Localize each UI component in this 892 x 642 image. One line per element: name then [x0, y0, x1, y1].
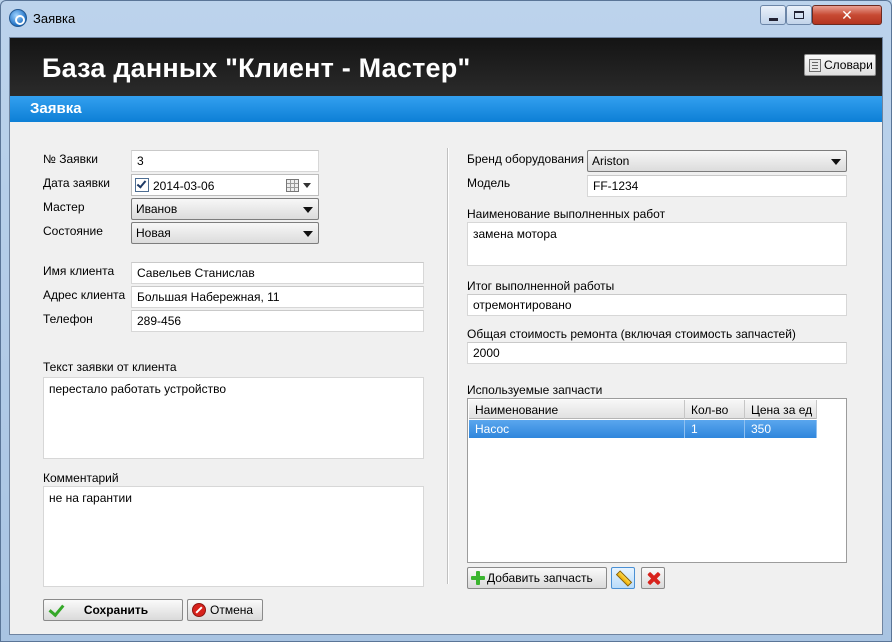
phone-label: Телефон [43, 312, 93, 326]
add-part-button[interactable]: Добавить запчасть [467, 567, 607, 589]
order-date-checkbox[interactable] [135, 178, 149, 192]
brand-select-value: Ariston [592, 154, 630, 168]
master-label: Мастер [43, 200, 85, 214]
part-qty-cell: 1 [685, 420, 745, 438]
column-header-price[interactable]: Цена за ед [745, 400, 817, 419]
maximize-icon [794, 11, 804, 19]
save-button-label: Сохранить [83, 603, 149, 617]
save-button[interactable]: Сохранить [43, 599, 183, 621]
order-date-picker[interactable]: 2014-03-06 [131, 174, 319, 196]
close-icon: ✕ [841, 6, 853, 23]
chevron-down-icon [303, 207, 313, 213]
checkmark-icon [136, 178, 147, 189]
delete-icon [647, 572, 660, 585]
part-name-cell: Насос [469, 420, 685, 438]
column-divider [447, 148, 449, 584]
delete-part-button[interactable] [641, 567, 665, 589]
add-part-button-label: Добавить запчасть [487, 571, 593, 585]
comment-area[interactable]: не на гарантии [43, 486, 424, 587]
minimize-button[interactable] [760, 5, 786, 25]
parts-label: Используемые запчасти [467, 383, 603, 397]
section-header: Заявка [10, 96, 882, 122]
model-label: Модель [467, 176, 511, 190]
title-bar[interactable]: Заявка ✕ [1, 1, 891, 37]
dictionaries-button[interactable]: Словари [804, 54, 876, 76]
master-select[interactable]: Иванов [131, 198, 319, 220]
parts-table-header: Наименование Кол-во Цена за ед [469, 400, 817, 419]
brand-label: Бренд оборудования [467, 152, 584, 166]
brand-select[interactable]: Ariston [587, 150, 847, 172]
table-row[interactable]: Насос 1 350 [469, 420, 817, 438]
header-banner: База данных "Клиент - Мастер" Словари [10, 38, 882, 96]
status-label: Состояние [43, 224, 103, 238]
phone-field[interactable]: 289-456 [131, 310, 424, 332]
chevron-down-icon [831, 159, 841, 165]
work-result-label: Итог выполненной работы [467, 279, 615, 293]
client-name-label: Имя клиента [43, 264, 115, 278]
work-done-area[interactable]: замена мотора [467, 222, 847, 266]
order-no-label: № Заявки [43, 152, 98, 166]
status-select-value: Новая [136, 226, 171, 240]
dictionary-book-icon [809, 58, 821, 72]
model-field[interactable]: FF-1234 [587, 175, 847, 197]
cancel-button-label: Отмена [210, 603, 254, 617]
window-title: Заявка [33, 11, 76, 26]
page-title: База данных "Клиент - Мастер" [42, 53, 471, 83]
order-no-field[interactable]: 3 [131, 150, 319, 172]
comment-label: Комментарий [43, 471, 119, 485]
close-button[interactable]: ✕ [812, 5, 882, 25]
request-text-area[interactable]: перестало работать устройство [43, 377, 424, 459]
cancel-icon [192, 603, 206, 617]
request-text-label: Текст заявки от клиента [43, 360, 177, 374]
dictionaries-button-label: Словари [824, 58, 873, 72]
minimize-icon [768, 17, 778, 21]
client-address-label: Адрес клиента [43, 288, 126, 302]
chevron-down-icon [303, 231, 313, 237]
client-address-field[interactable]: Большая Набережная, 11 [131, 286, 424, 308]
parts-table[interactable]: Наименование Кол-во Цена за ед Насос 1 3… [467, 398, 847, 563]
edit-part-button[interactable] [611, 567, 635, 589]
maximize-button[interactable] [786, 5, 812, 25]
total-cost-label: Общая стоимость ремонта (включая стоимос… [467, 327, 796, 341]
chevron-down-icon[interactable] [303, 183, 311, 188]
check-icon [48, 604, 64, 616]
pencil-icon [616, 571, 630, 585]
work-result-field[interactable]: отремонтировано [467, 294, 847, 316]
part-price-cell: 350 [745, 420, 817, 438]
order-date-value: 2014-03-06 [153, 179, 215, 193]
window: Заявка ✕ База данных "Клиент - Мастер" С… [0, 0, 892, 642]
order-date-label: Дата заявки [43, 176, 110, 190]
section-title: Заявка [30, 100, 82, 117]
client-name-field[interactable]: Савельев Станислав [131, 262, 424, 284]
status-select[interactable]: Новая [131, 222, 319, 244]
total-cost-field[interactable]: 2000 [467, 342, 847, 364]
form-area: База данных "Клиент - Мастер" Словари За… [9, 37, 883, 635]
column-header-qty[interactable]: Кол-во [685, 400, 745, 419]
calendar-icon[interactable] [286, 179, 299, 192]
work-done-label: Наименование выполненных работ [467, 207, 666, 221]
cancel-button[interactable]: Отмена [187, 599, 263, 621]
plus-icon [471, 571, 485, 585]
app-logo-icon [9, 9, 27, 27]
column-header-name[interactable]: Наименование [469, 400, 685, 419]
master-select-value: Иванов [136, 202, 178, 216]
